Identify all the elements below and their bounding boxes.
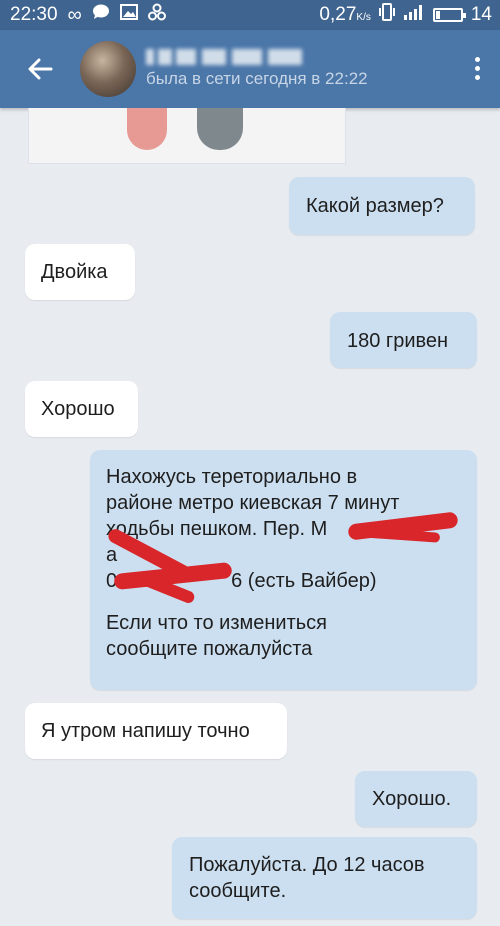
contact-info[interactable]: была в сети сегодня в 22:22 [146,49,368,89]
arrow-left-icon [28,58,53,80]
back-button[interactable] [0,30,80,108]
status-bar: 22:30 ∞ 0,27K/s 14 [0,0,500,30]
signal-icon [403,4,425,26]
contact-name-redacted [146,49,306,65]
vibrate-icon [378,3,395,27]
chat-header: была в сети сегодня в 22:22 [0,30,500,108]
message-bubble-outgoing[interactable]: Пожалуйста. До 12 часов сообщите. [172,837,477,919]
network-speed: 0,27K/s [319,4,371,25]
message-bubble-outgoing[interactable]: Какой размер? [289,177,475,235]
message-bubble-outgoing[interactable]: Хорошо. [355,771,477,827]
app-notification-icon [147,3,166,27]
message-bubble-outgoing[interactable]: 180 гривен [330,312,477,368]
infinity-icon: ∞ [67,3,82,26]
last-seen-status: была в сети сегодня в 22:22 [146,69,368,88]
message-bubble-incoming[interactable]: Хорошо [25,381,138,437]
battery-level: 14 [470,4,492,25]
more-options-icon[interactable] [475,57,480,80]
photo-attachment[interactable] [28,108,346,164]
image-notification-icon [119,4,138,26]
message-bubble-incoming[interactable]: Я утром напишу точно [25,703,287,759]
status-time: 22:30 [10,4,58,25]
message-notification-icon [92,4,110,26]
message-bubble-incoming[interactable]: Двойка [25,244,135,300]
message-bubble-outgoing[interactable]: Нахожусь тереториально в районе метро ки… [90,450,477,690]
battery-icon [432,8,466,22]
avatar[interactable] [80,41,136,97]
